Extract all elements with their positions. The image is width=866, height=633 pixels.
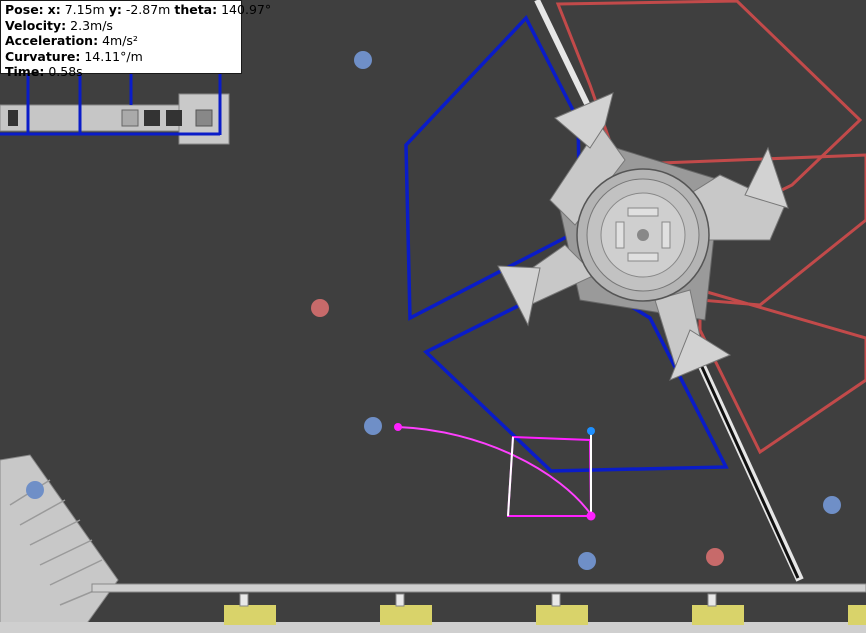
theta-label: theta: xyxy=(174,2,218,17)
blue-cargo xyxy=(26,481,44,499)
robot-center-handle xyxy=(586,511,596,521)
x-value: 7.15m xyxy=(64,2,105,17)
blue-cargo xyxy=(354,51,372,69)
velocity-row: Velocity: 2.3m/s xyxy=(5,18,237,34)
red-cargo xyxy=(706,548,724,566)
curvature-value: 14.11°/m xyxy=(84,48,143,64)
y-value: -2.87m xyxy=(125,2,171,17)
x-label: x: xyxy=(47,2,61,17)
red-cargo xyxy=(311,299,329,317)
blue-cargo xyxy=(364,417,382,435)
acceleration-value: 4m/s² xyxy=(102,33,138,48)
pose-row: Pose: x: 7.15m y: -2.87m theta: 140.97° xyxy=(5,2,271,18)
curvature-label: Curvature: xyxy=(5,48,81,64)
heading-handle xyxy=(587,427,595,435)
velocity-value: 2.3m/s xyxy=(70,17,113,33)
acceleration-label: Acceleration: xyxy=(5,33,99,48)
y-label: y: xyxy=(108,2,122,17)
theta-value: 140.97° xyxy=(221,2,272,17)
time-row: Time: 0.58s xyxy=(5,64,237,80)
time-label: Time: xyxy=(5,64,45,79)
pose-label: Pose: xyxy=(5,2,44,17)
blue-cargo xyxy=(578,552,596,570)
time-value: 0.58s xyxy=(48,64,83,79)
trajectory-waypoint-start xyxy=(394,423,402,431)
velocity-label: Velocity: xyxy=(5,17,67,33)
acceleration-row: Acceleration: 4m/s² xyxy=(5,33,237,49)
field-canvas[interactable] xyxy=(0,0,866,633)
curvature-row: Curvature: 14.11°/m xyxy=(5,49,237,65)
blue-cargo xyxy=(823,496,841,514)
telemetry-panel: Pose: x: 7.15m y: -2.87m theta: 140.97° … xyxy=(0,0,271,79)
